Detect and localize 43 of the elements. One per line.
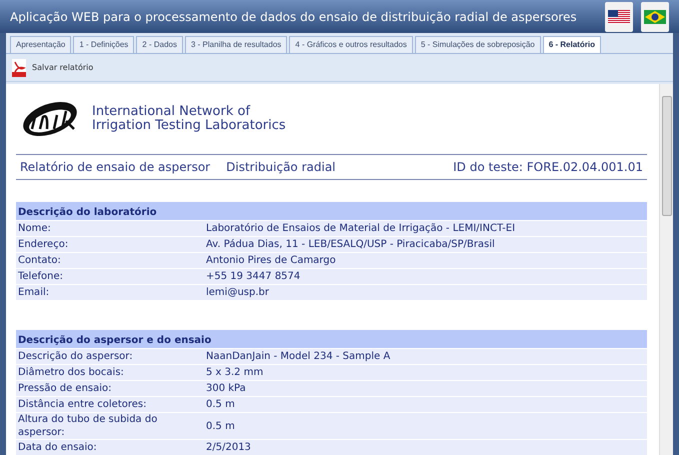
logo-icon: [20, 99, 80, 139]
tab[interactable]: Apresentação: [10, 36, 72, 53]
field-value: 0.5 m: [206, 420, 235, 434]
field-label: Contato:: [17, 254, 62, 267]
field-value: Antonio Pires de Camargo: [206, 254, 336, 268]
field-label: Nome:: [17, 222, 52, 235]
field-label: Telefone:: [17, 270, 64, 283]
tab[interactable]: 4 - Gráficos e outros resultados: [289, 36, 413, 53]
brazil-flag-icon[interactable]: [641, 2, 669, 32]
tab[interactable]: 5 - Simulações de sobreposição: [414, 36, 541, 53]
field-value: +55 19 3447 8574: [206, 270, 300, 284]
field-value: 2/5/2013: [206, 441, 251, 455]
field-label: Distância entre coletores:: [17, 398, 148, 411]
window-title: Aplicação WEB para o processamento de dados do ensaio de distribuição radial de aspersores: [10, 8, 577, 26]
us-flag-icon[interactable]: [605, 2, 633, 32]
field-value: 0.5 m: [206, 398, 235, 412]
field-value: NaanDanJain - Model 234 - Sample A: [206, 350, 390, 364]
save-report-button[interactable]: Salvar relatório: [12, 58, 94, 76]
field-value: 5 x 3.2 mm: [206, 366, 264, 380]
tab[interactable]: 3 - Planilha de resultados: [184, 36, 288, 53]
field-value: Av. Pádua Dias, 11 - LEB/ESALQ/USP - Piracicaba/SP/Brasil: [206, 238, 495, 252]
field-label: Endereço:: [17, 238, 70, 251]
section-header: Descrição do aspersor e do ensaio: [16, 330, 647, 348]
tab[interactable]: 6 - Relatório: [542, 36, 601, 53]
report-title: Relatório de ensaio de aspersor: [20, 159, 210, 176]
section-header: Descrição do laboratório: [16, 202, 647, 220]
field-label: Email:: [17, 286, 50, 299]
test-id: ID do teste: FORE.02.04.001.01: [453, 159, 643, 176]
pdf-icon: [12, 58, 26, 76]
scrollbar[interactable]: [659, 84, 673, 455]
org-name: International Network of: [92, 105, 252, 119]
field-label: Pressão de ensaio:: [17, 382, 113, 395]
field-value: lemi@usp.br: [206, 286, 269, 300]
field-label: Altura do tubo de subida do aspersor:: [17, 413, 158, 439]
field-label: Descrição do aspersor:: [17, 350, 134, 363]
field-value: 300 kPa: [206, 382, 246, 396]
report-type: Distribuição radial: [226, 159, 336, 176]
field-label: Diâmetro dos bocais:: [17, 366, 125, 379]
field-value: Laboratório de Ensaios de Material de Irrigação - LEMI/INCT-EI: [206, 222, 516, 236]
tab[interactable]: 2 - Dados: [136, 36, 183, 53]
org-name: Irrigation Testing Laboratorics: [92, 119, 286, 133]
tab[interactable]: 1 - Definições: [73, 36, 134, 53]
field-label: Data do ensaio:: [17, 441, 98, 454]
